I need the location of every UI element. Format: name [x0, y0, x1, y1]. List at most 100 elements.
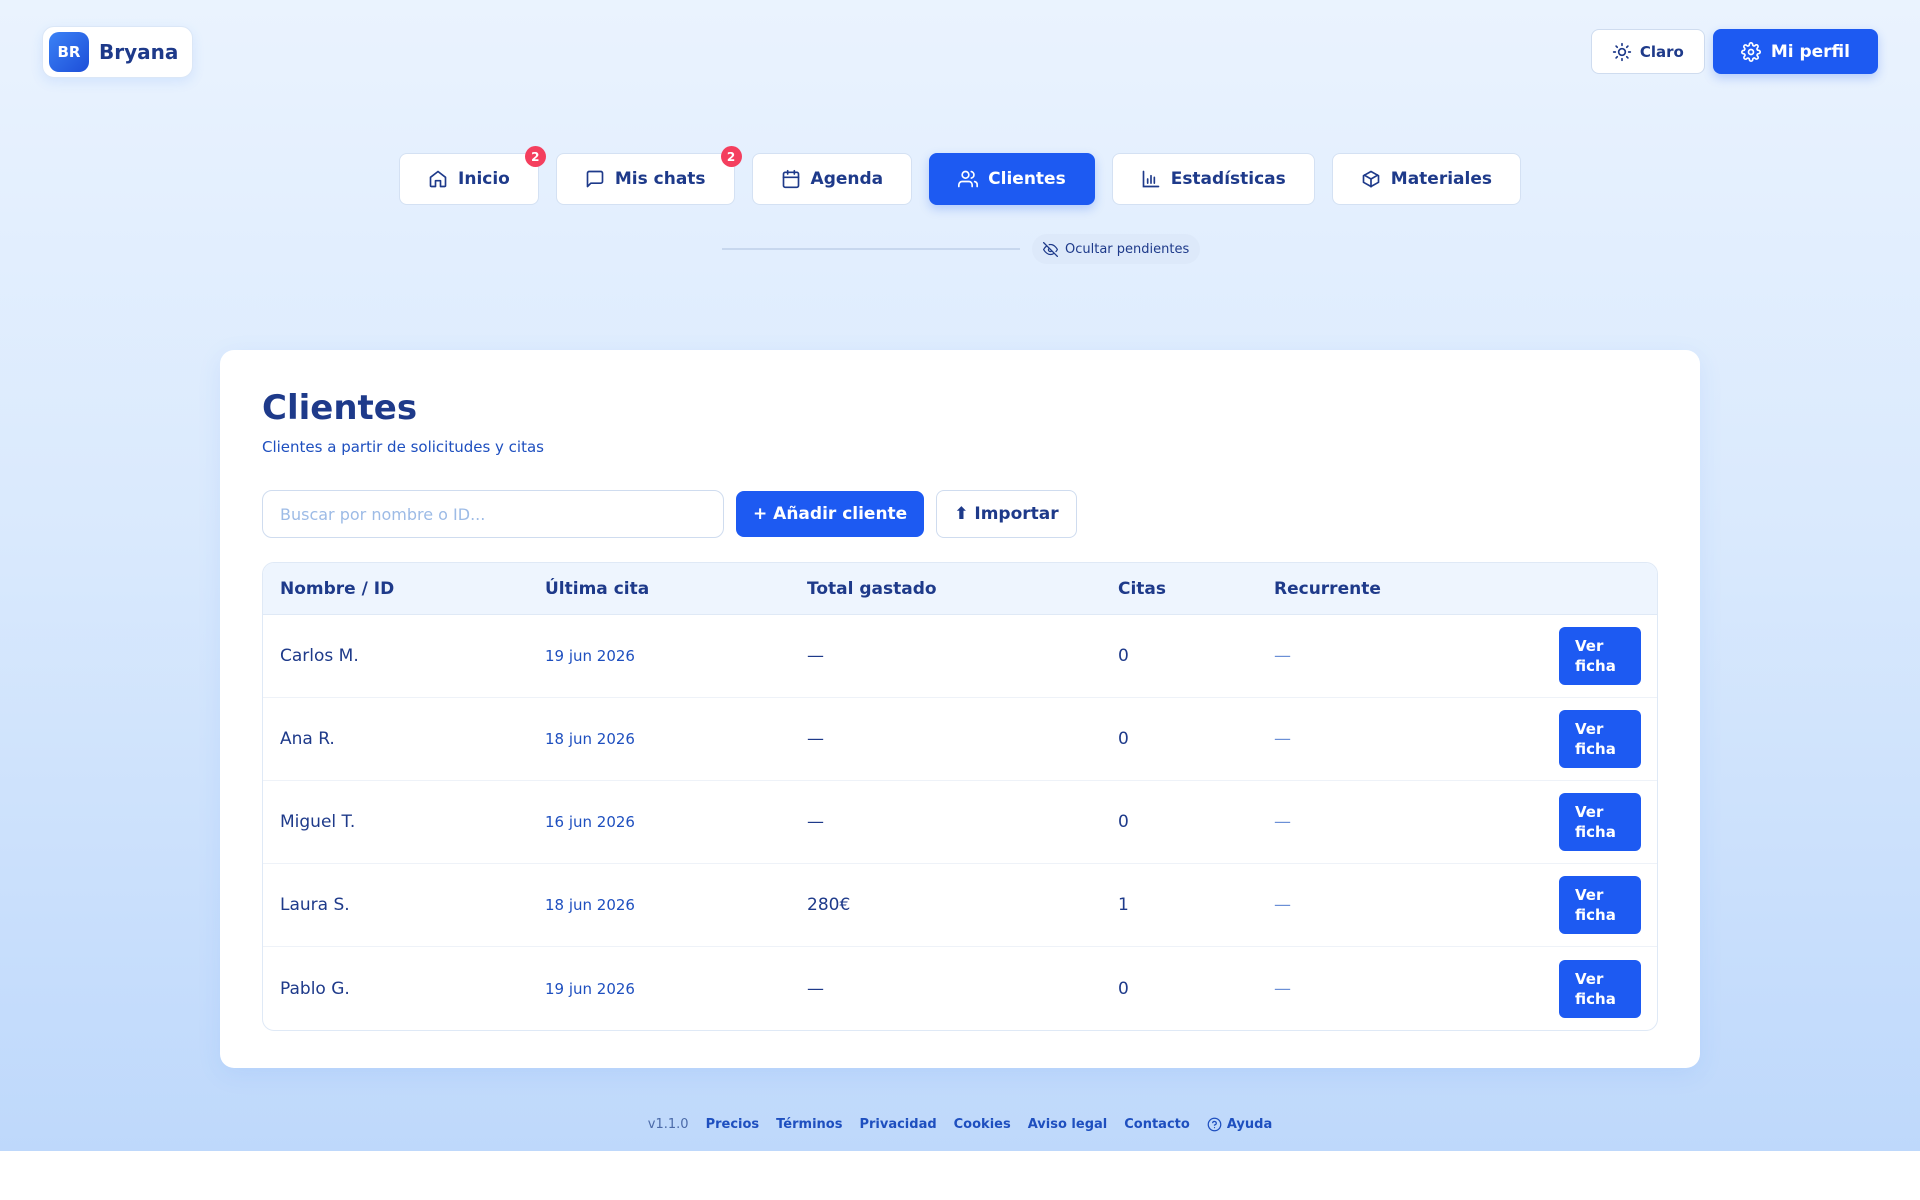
total-spent: — — [807, 812, 824, 832]
notification-badge: 2 — [524, 146, 546, 167]
sun-icon — [1612, 42, 1632, 62]
total-spent: — — [807, 978, 824, 999]
client-name: Carlos M. — [280, 646, 359, 666]
tab-label: Materiales — [1390, 169, 1492, 189]
tab-label: Clientes — [988, 169, 1066, 189]
main-nav: Inicio 2 Mis chats 2 Agenda Clientes Est… — [0, 146, 1920, 205]
clients-card: Clientes Clientes a partir de solicitude… — [220, 350, 1700, 1068]
recurring-value: — — [1274, 812, 1291, 832]
brand-name: Bryana — [99, 40, 179, 64]
view-profile-button[interactable]: Ver ficha — [1559, 710, 1641, 768]
footer-help-link[interactable]: Ayuda — [1207, 1117, 1272, 1132]
view-profile-button[interactable]: Ver ficha — [1559, 959, 1641, 1018]
header-actions: Claro Mi perfil — [1590, 29, 1878, 74]
tab-agenda[interactable]: Agenda — [751, 153, 913, 205]
client-name: Ana R. — [280, 729, 335, 749]
page-bottom-strip — [0, 1151, 1920, 1200]
footer-link-aviso-legal[interactable]: Aviso legal — [1028, 1117, 1108, 1132]
calendar-icon — [781, 169, 801, 189]
column-header-appointments[interactable]: Citas — [1118, 579, 1274, 599]
help-circle-icon — [1207, 1117, 1222, 1132]
help-label: Ayuda — [1226, 1117, 1273, 1132]
row-actions: Ver ficha — [1524, 710, 1657, 768]
page-subtitle: Clientes a partir de solicitudes y citas — [262, 438, 544, 456]
hide-pending-label: Ocultar pendientes — [1065, 241, 1190, 257]
tab-estadisticas[interactable]: Estadísticas — [1111, 153, 1315, 205]
tab-materiales[interactable]: Materiales — [1331, 153, 1521, 205]
column-header-total-spent[interactable]: Total gastado — [807, 579, 1118, 599]
view-profile-button[interactable]: Ver ficha — [1559, 793, 1641, 851]
avatar: BR — [49, 32, 89, 72]
table-header: Nombre / ID Última cita Total gastado Ci… — [263, 563, 1657, 615]
tab-inicio[interactable]: Inicio 2 — [399, 146, 546, 205]
users-icon — [958, 169, 979, 189]
recurring-value: — — [1274, 978, 1291, 999]
tab-label: Estadísticas — [1170, 169, 1286, 189]
clients-table: Nombre / ID Última cita Total gastado Ci… — [262, 562, 1658, 1031]
recurring-value: — — [1274, 729, 1291, 749]
add-client-button[interactable]: + Añadir cliente — [736, 491, 925, 537]
search-input[interactable] — [262, 490, 724, 538]
table-row: Ana R. 18 jun 2026 — 0 — Ver ficha — [263, 698, 1657, 781]
column-header-recurring[interactable]: Recurrente — [1274, 579, 1524, 599]
row-actions: Ver ficha — [1524, 793, 1657, 851]
notification-badge: 2 — [720, 146, 742, 167]
table-row: Laura S. 18 jun 2026 280€ 1 — Ver ficha — [263, 864, 1657, 947]
theme-toggle-button[interactable]: Claro — [1590, 29, 1705, 74]
total-spent: — — [807, 729, 824, 749]
view-profile-button[interactable]: Ver ficha — [1559, 627, 1641, 685]
footer-link-contacto[interactable]: Contacto — [1124, 1117, 1190, 1132]
eye-off-icon — [1043, 241, 1058, 257]
tab-label: Inicio — [458, 169, 510, 189]
toolbar: + Añadir cliente ⬆ Importar — [262, 490, 1658, 538]
bar-chart-icon — [1141, 169, 1161, 189]
row-actions: Ver ficha — [1524, 876, 1657, 934]
footer-link-terminos[interactable]: Términos — [776, 1117, 842, 1132]
appointments-count: 0 — [1118, 646, 1129, 666]
import-button[interactable]: ⬆ Importar — [936, 490, 1077, 538]
last-appointment: 19 jun 2026 — [545, 647, 635, 665]
client-name: Pablo G. — [280, 978, 350, 999]
view-profile-button[interactable]: Ver ficha — [1559, 876, 1641, 934]
theme-toggle-label: Claro — [1639, 42, 1684, 61]
appointments-count: 1 — [1118, 895, 1129, 915]
tab-mis-chats[interactable]: Mis chats 2 — [555, 146, 742, 205]
column-header-last-appointment[interactable]: Última cita — [545, 579, 807, 599]
tab-label: Agenda — [810, 169, 884, 189]
footer-link-precios[interactable]: Precios — [706, 1117, 760, 1132]
last-appointment: 18 jun 2026 — [545, 730, 635, 748]
table-row: Carlos M. 19 jun 2026 — 0 — Ver ficha — [263, 615, 1657, 698]
home-icon — [428, 169, 448, 189]
chat-icon — [585, 169, 605, 189]
profile-button-label: Mi perfil — [1770, 41, 1850, 62]
appointments-count: 0 — [1118, 978, 1129, 999]
footer-link-cookies[interactable]: Cookies — [954, 1117, 1011, 1132]
pending-toggle-row: Ocultar pendientes — [722, 234, 1201, 264]
package-icon — [1361, 169, 1381, 189]
appointments-count: 0 — [1118, 812, 1129, 832]
appointments-count: 0 — [1118, 729, 1129, 749]
version-label: v1.1.0 — [647, 1117, 689, 1132]
divider — [722, 248, 1020, 250]
total-spent: 280€ — [807, 895, 851, 915]
table-row: Pablo G. 19 jun 2026 — 0 — Ver ficha — [263, 947, 1657, 1030]
footer: v1.1.0 Precios Términos Privacidad Cooki… — [0, 1117, 1920, 1132]
tab-label: Mis chats — [614, 169, 706, 189]
row-actions: Ver ficha — [1524, 959, 1657, 1018]
profile-button[interactable]: Mi perfil — [1712, 29, 1878, 74]
table-row: Miguel T. 16 jun 2026 — 0 — Ver ficha — [263, 781, 1657, 864]
row-actions: Ver ficha — [1524, 627, 1657, 685]
last-appointment: 19 jun 2026 — [545, 979, 635, 998]
client-name: Laura S. — [280, 895, 350, 915]
total-spent: — — [807, 646, 824, 666]
last-appointment: 18 jun 2026 — [545, 896, 635, 914]
footer-link-privacidad[interactable]: Privacidad — [859, 1117, 936, 1132]
recurring-value: — — [1274, 646, 1291, 666]
hide-pending-button[interactable]: Ocultar pendientes — [1032, 234, 1201, 264]
recurring-value: — — [1274, 895, 1291, 915]
column-header-name[interactable]: Nombre / ID — [263, 579, 545, 599]
gear-icon — [1740, 41, 1761, 62]
page-title: Clientes — [262, 388, 418, 428]
brand[interactable]: BR Bryana — [42, 26, 194, 78]
tab-clientes[interactable]: Clientes — [929, 153, 1095, 205]
